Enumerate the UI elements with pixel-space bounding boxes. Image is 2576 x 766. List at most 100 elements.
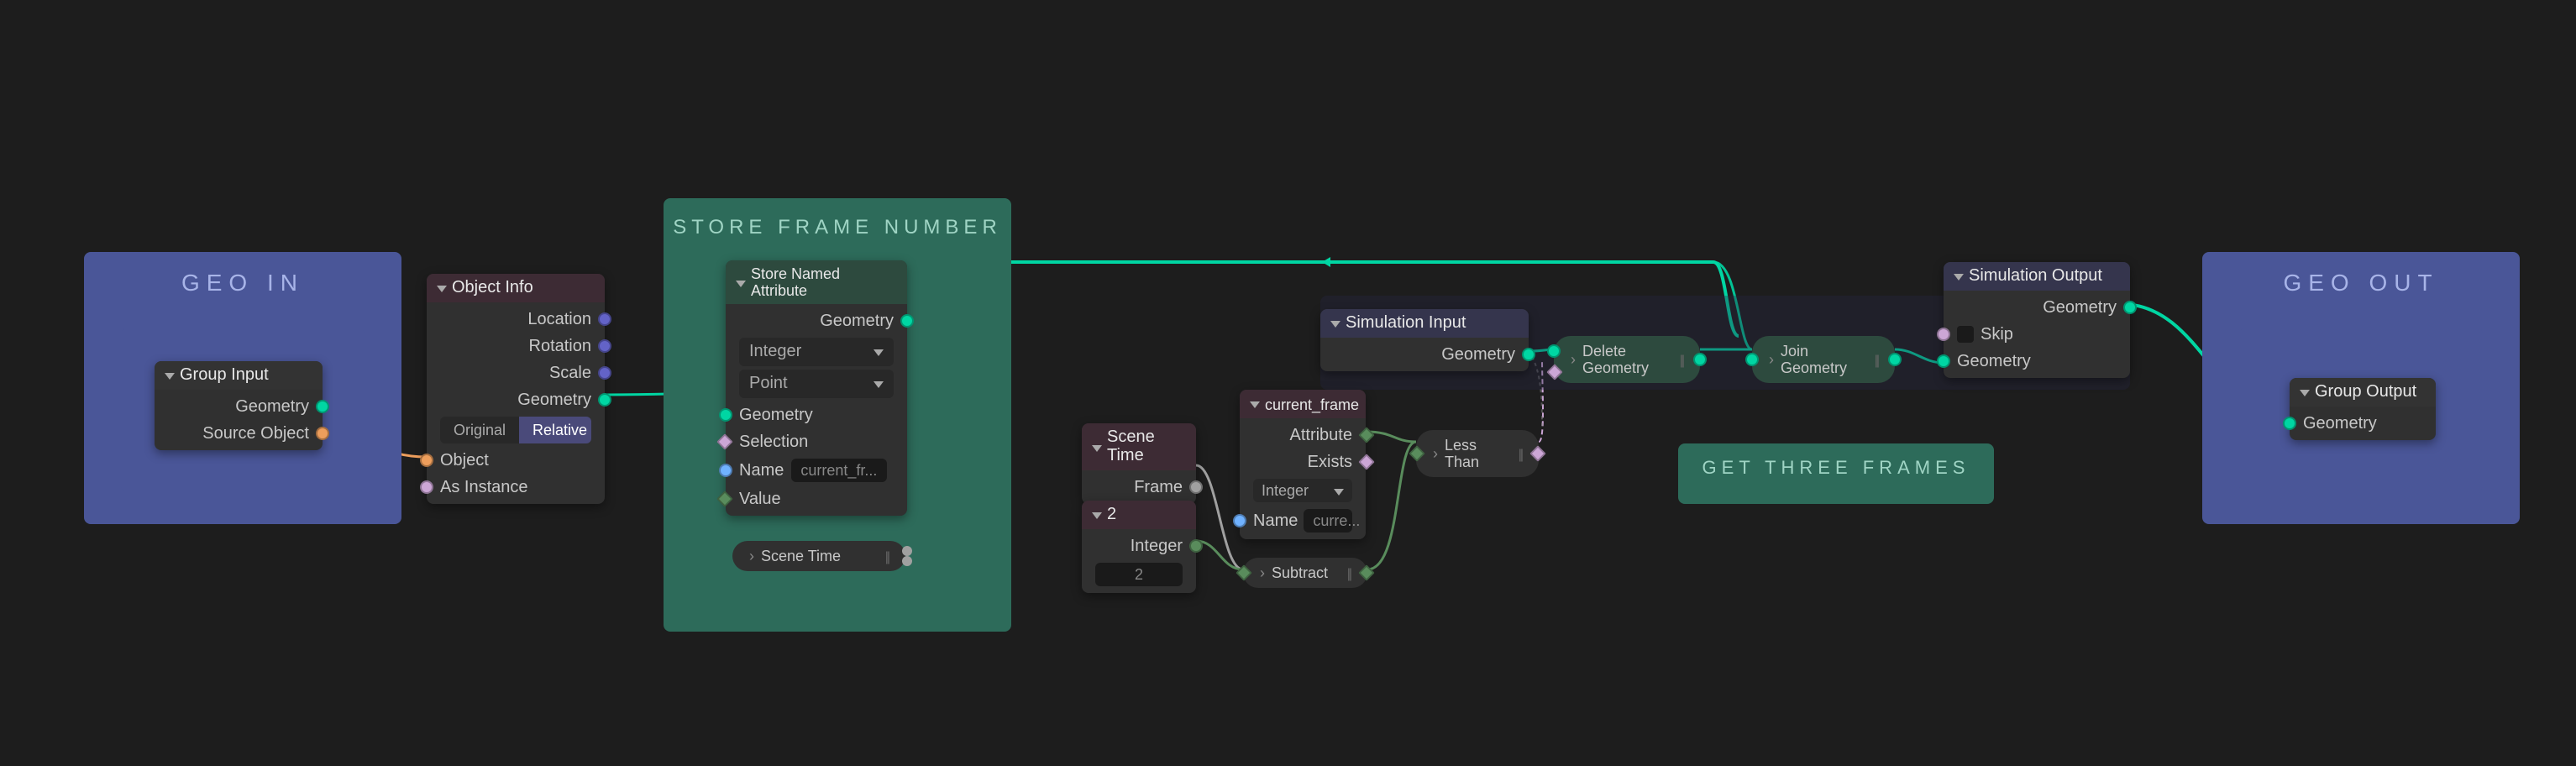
dropdown-data-type[interactable]: Integer bbox=[739, 338, 894, 366]
grip-icon: || bbox=[1875, 352, 1878, 367]
node-scene-time[interactable]: Scene Time Frame bbox=[1082, 423, 1196, 504]
input-as-instance[interactable]: As Instance bbox=[427, 474, 605, 501]
node-named-attribute[interactable]: current_frame Attribute Exists Integer N… bbox=[1240, 390, 1366, 539]
node-header[interactable]: Group Output bbox=[2290, 378, 2436, 407]
input-name[interactable]: Namecurre... bbox=[1240, 506, 1366, 536]
input-value[interactable]: Value bbox=[726, 485, 907, 512]
node-store-named-attribute[interactable]: Store Named Attribute Geometry Integer P… bbox=[726, 260, 907, 516]
btn-original[interactable]: Original bbox=[440, 417, 519, 443]
node-header[interactable]: 2 bbox=[1082, 501, 1196, 529]
frame-get-three-frames[interactable]: GET THREE FRAMES bbox=[1678, 443, 1994, 504]
socket-int-out[interactable] bbox=[1358, 427, 1375, 443]
input-object[interactable]: Object bbox=[427, 447, 605, 474]
frame-label: GEO IN bbox=[84, 269, 401, 296]
node-less-than-collapsed[interactable]: › Less Than || bbox=[1416, 430, 1539, 477]
socket-geometry-out[interactable] bbox=[2123, 301, 2137, 314]
socket-label: Frame bbox=[1134, 478, 1183, 496]
socket-geometry-in[interactable] bbox=[1937, 354, 1950, 368]
node-header[interactable]: Group Input bbox=[155, 361, 323, 390]
socket-label: Value bbox=[739, 490, 781, 508]
socket-bool-in[interactable] bbox=[1937, 328, 1950, 341]
node-header[interactable]: Store Named Attribute bbox=[726, 260, 907, 304]
value-input-row[interactable]: 2 bbox=[1082, 559, 1196, 590]
socket-geometry-in[interactable] bbox=[719, 408, 732, 422]
socket-geometry-out[interactable] bbox=[316, 400, 329, 413]
output-location[interactable]: Location bbox=[427, 306, 605, 333]
node-simulation-output[interactable]: Simulation Output Geometry Skip Geometry bbox=[1944, 262, 2130, 378]
socket-geometry-out[interactable] bbox=[900, 314, 914, 328]
node-header[interactable]: Simulation Output bbox=[1944, 262, 2130, 291]
socket-float-out[interactable] bbox=[1189, 480, 1203, 494]
output-geometry[interactable]: Geometry bbox=[1944, 294, 2130, 321]
socket-vector-out[interactable] bbox=[598, 312, 611, 326]
socket-out[interactable] bbox=[902, 556, 912, 566]
socket-object-out[interactable] bbox=[316, 427, 329, 440]
socket-string-in[interactable] bbox=[719, 464, 732, 477]
transform-space-toggle[interactable]: Original Relative bbox=[440, 417, 591, 443]
btn-relative[interactable]: Relative bbox=[519, 417, 591, 443]
socket-vector-out[interactable] bbox=[598, 339, 611, 353]
chevron-down-icon bbox=[2300, 383, 2310, 401]
node-integer-value[interactable]: 2 Integer 2 bbox=[1082, 501, 1196, 593]
socket-geometry-in[interactable] bbox=[1547, 344, 1561, 358]
name-field[interactable]: current_fr... bbox=[790, 459, 887, 482]
node-header[interactable]: Scene Time bbox=[1082, 423, 1196, 470]
chevron-down-icon bbox=[1250, 395, 1260, 413]
chevron-right-icon: › bbox=[1571, 351, 1576, 368]
socket-label: Exists bbox=[1308, 453, 1352, 471]
socket-geometry-in[interactable] bbox=[1745, 353, 1759, 366]
output-geometry[interactable]: Geometry bbox=[726, 307, 907, 334]
socket-geometry-out[interactable] bbox=[598, 393, 611, 407]
node-simulation-input[interactable]: Simulation Input Geometry bbox=[1320, 309, 1529, 371]
output-source-object[interactable]: Source Object bbox=[155, 420, 323, 447]
socket-geometry-in[interactable] bbox=[2283, 417, 2296, 430]
output-rotation[interactable]: Rotation bbox=[427, 333, 605, 359]
socket-int-out[interactable] bbox=[1189, 539, 1203, 553]
input-geometry[interactable]: Geometry bbox=[2290, 410, 2436, 437]
output-geometry[interactable]: Geometry bbox=[427, 386, 605, 413]
output-attribute[interactable]: Attribute bbox=[1240, 422, 1366, 449]
input-geometry[interactable]: Geometry bbox=[726, 401, 907, 428]
node-group-output[interactable]: Group Output Geometry bbox=[2290, 378, 2436, 440]
socket-int-in[interactable] bbox=[1409, 445, 1425, 462]
output-scale[interactable]: Scale bbox=[427, 359, 605, 386]
dropdown-domain[interactable]: Point bbox=[739, 370, 894, 398]
dropdown-data-type[interactable]: Integer bbox=[1253, 479, 1352, 502]
node-subtract-collapsed[interactable]: › Subtract || bbox=[1243, 558, 1367, 588]
output-geometry[interactable]: Geometry bbox=[1320, 341, 1529, 368]
node-delete-geometry-collapsed[interactable]: › Delete Geometry || bbox=[1554, 336, 1700, 383]
input-skip[interactable]: Skip bbox=[1944, 321, 2130, 348]
output-frame[interactable]: Frame bbox=[1082, 474, 1196, 501]
socket-bool-out[interactable] bbox=[1358, 454, 1375, 470]
node-object-info[interactable]: Object Info Location Rotation Scale Geom… bbox=[427, 274, 605, 504]
input-name[interactable]: Namecurrent_fr... bbox=[726, 455, 907, 485]
socket-geometry-out[interactable] bbox=[1522, 348, 1535, 361]
socket-out[interactable] bbox=[902, 546, 912, 556]
socket-bool-in[interactable] bbox=[420, 480, 433, 494]
node-group-input[interactable]: Group Input Geometry Source Object bbox=[155, 361, 323, 450]
input-selection[interactable]: Selection bbox=[726, 428, 907, 455]
node-header[interactable]: Simulation Input bbox=[1320, 309, 1529, 338]
grip-icon: || bbox=[1680, 352, 1683, 367]
output-integer[interactable]: Integer bbox=[1082, 533, 1196, 559]
node-title: Less Than bbox=[1445, 437, 1512, 470]
integer-field[interactable]: 2 bbox=[1095, 563, 1183, 586]
socket-geometry-out[interactable] bbox=[1888, 353, 1902, 366]
output-exists[interactable]: Exists bbox=[1240, 449, 1366, 475]
output-geometry[interactable]: Geometry bbox=[155, 393, 323, 420]
socket-int-out[interactable] bbox=[1358, 564, 1375, 581]
socket-string-in[interactable] bbox=[1233, 514, 1246, 527]
node-header[interactable]: current_frame bbox=[1240, 390, 1366, 418]
node-join-geometry-collapsed[interactable]: › Join Geometry || bbox=[1752, 336, 1895, 383]
node-scene-time-collapsed[interactable]: › Scene Time || bbox=[732, 541, 905, 571]
socket-bool-out[interactable] bbox=[1529, 445, 1546, 462]
input-geometry[interactable]: Geometry bbox=[1944, 348, 2130, 375]
socket-object-in[interactable] bbox=[420, 454, 433, 467]
socket-vector-out[interactable] bbox=[598, 366, 611, 380]
checkbox-skip[interactable] bbox=[1957, 326, 1974, 343]
node-canvas[interactable]: GEO IN Group Input Geometry Source Objec… bbox=[0, 0, 2576, 766]
name-field[interactable]: curre... bbox=[1303, 509, 1352, 533]
socket-int-in[interactable] bbox=[1236, 564, 1252, 581]
node-header[interactable]: Object Info bbox=[427, 274, 605, 302]
socket-geometry-out[interactable] bbox=[1693, 353, 1707, 366]
